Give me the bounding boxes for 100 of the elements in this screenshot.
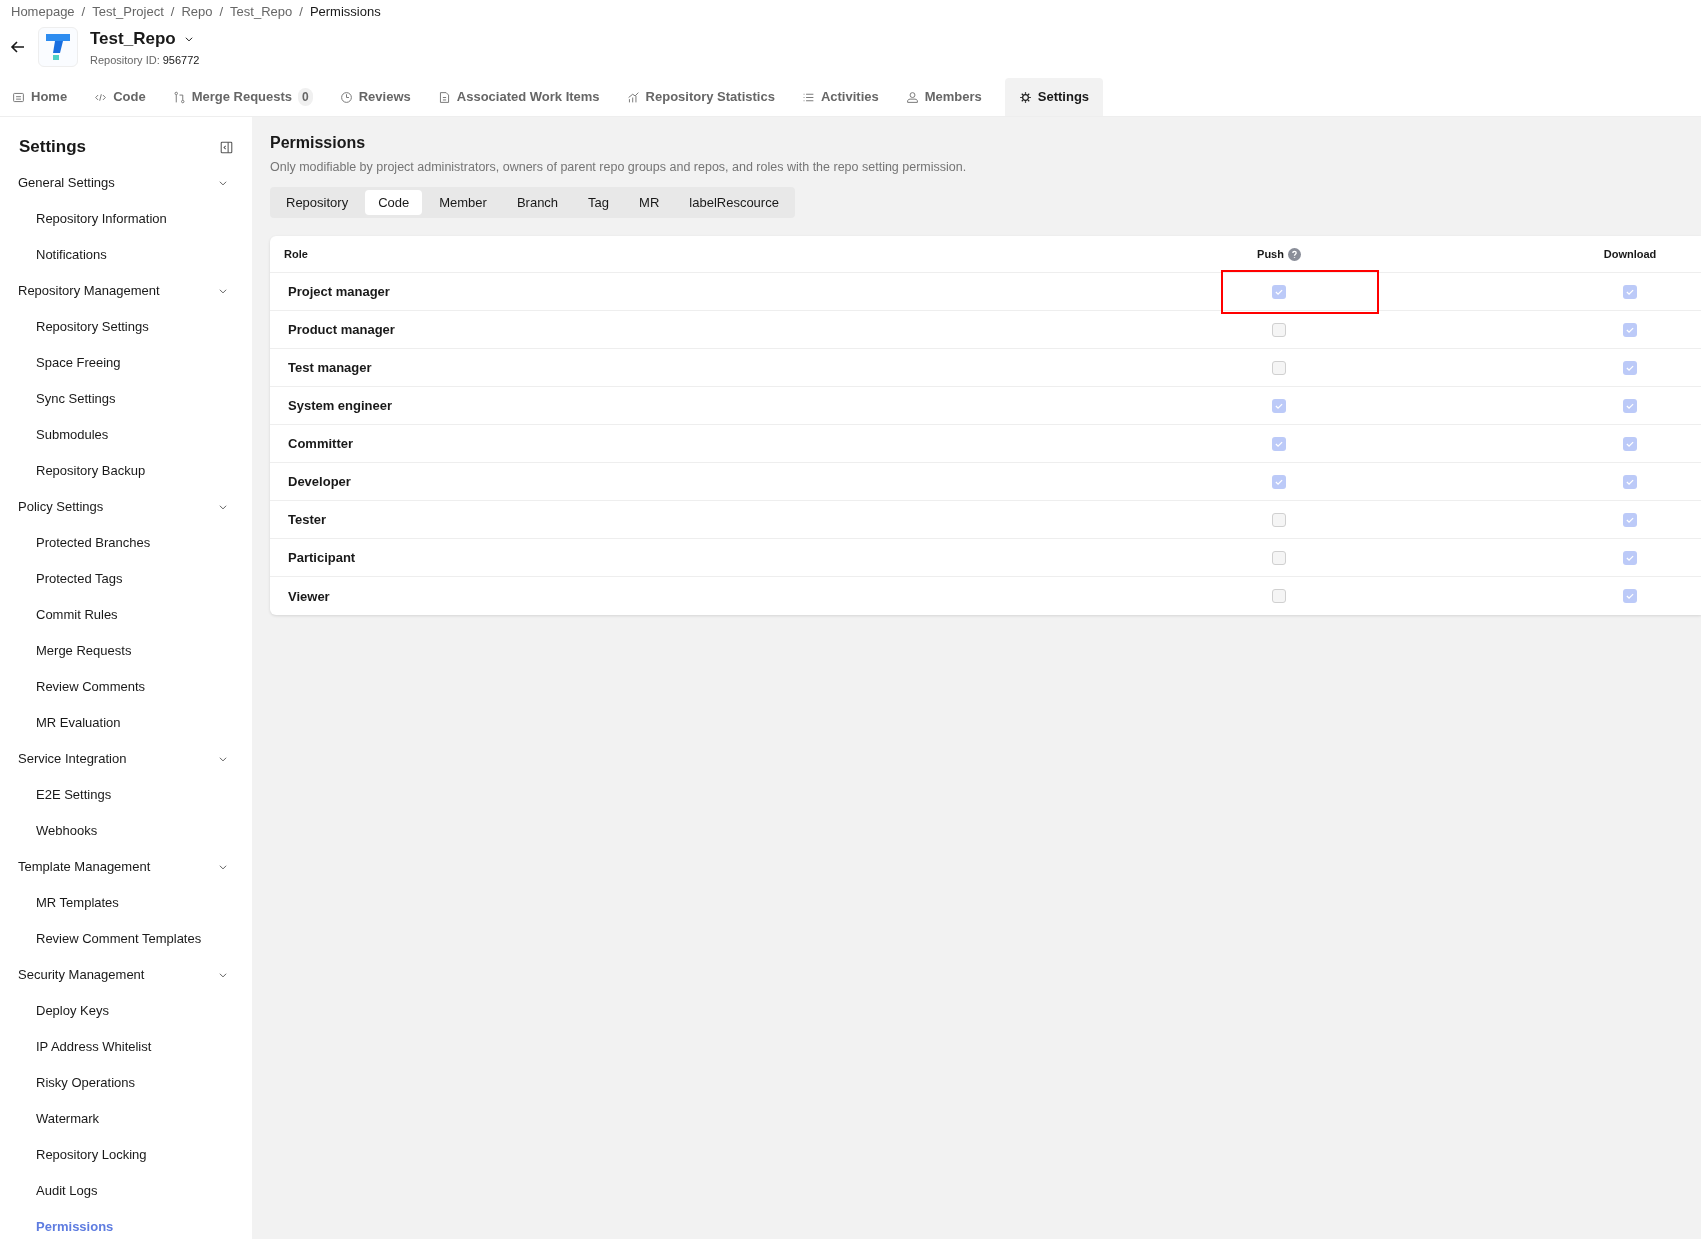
checkbox[interactable] [1623,398,1637,413]
person-icon [905,90,919,104]
role-name: Participant [288,550,356,566]
checkbox[interactable] [1623,550,1637,565]
sidebar-group[interactable]: Policy Settings [12,489,240,525]
checkbox[interactable] [1623,360,1637,375]
page-title: Permissions [270,133,367,153]
sidebar-item[interactable]: Space Freeing [12,345,240,381]
checkbox[interactable] [1623,512,1637,527]
sidebar-item[interactable]: Repository Settings [12,309,240,345]
sidebar-item[interactable]: Sync Settings [12,381,240,417]
checkmark-icon [1625,591,1635,602]
segment-tab[interactable]: Member [426,189,500,216]
role-name: Tester [288,512,327,528]
checkbox[interactable] [1272,436,1286,451]
checkbox[interactable] [1272,360,1286,375]
segment-tab[interactable]: MR [626,189,673,216]
nav-tab[interactable]: Settings [1004,78,1104,116]
sidebar-group[interactable]: General Settings [12,165,240,201]
sidebar-item[interactable]: Submodules [12,417,240,453]
sidebar-item[interactable]: Repository Locking [12,1137,240,1173]
nav-tab[interactable]: Associated Work Items [433,78,613,116]
help-icon[interactable] [1287,247,1301,261]
role-name: Committer [288,436,353,452]
file-icon [437,90,451,104]
segment-tab[interactable]: Repository [273,189,362,216]
role-name: Product manager [288,322,395,338]
checkbox[interactable] [1623,474,1637,489]
checkbox[interactable] [1623,589,1637,604]
role-name: Test manager [288,360,372,376]
chart-icon [626,90,640,104]
sidebar-item[interactable]: Deploy Keys [12,993,240,1029]
role-name: Project manager [288,284,390,300]
column-header: Push [1257,247,1284,263]
breadcrumb-current: Permissions [309,3,381,20]
segment-tab[interactable]: Branch [503,189,572,216]
sidebar-item[interactable]: Permissions [12,1209,240,1239]
chevron-down-icon [218,178,228,188]
checkbox[interactable] [1272,512,1286,527]
sidebar-title: Settings [19,136,87,159]
clock-icon [339,90,353,104]
sidebar-item[interactable]: Protected Branches [12,525,240,561]
breadcrumb-link[interactable]: Test_Repo [230,2,293,20]
back-button[interactable] [10,39,26,55]
sidebar-item[interactable]: Merge Requests [12,633,240,669]
sidebar-item[interactable]: Webhooks [12,813,240,849]
segment-tab[interactable]: labelRescource [676,189,792,216]
sidebar-item[interactable]: Protected Tags [12,561,240,597]
sidebar-item[interactable]: MR Templates [12,885,240,921]
breadcrumb-link[interactable]: Homepage [11,2,75,20]
sidebar-item[interactable]: Commit Rules [12,597,240,633]
checkbox[interactable] [1272,322,1286,337]
segment-tab[interactable]: Tag [575,189,623,216]
sidebar-group[interactable]: Service Integration [12,741,240,777]
nav-tab[interactable]: Home [8,78,81,116]
nav-tab[interactable]: Activities [797,78,892,116]
breadcrumb-separator: / [219,3,224,20]
checkbox[interactable] [1623,436,1637,451]
breadcrumb-separator: / [81,3,86,20]
merge-icon [172,90,186,104]
breadcrumb-link[interactable]: Repo [181,2,213,20]
sidebar-group[interactable]: Security Management [12,957,240,993]
sidebar-group[interactable]: Template Management [12,849,240,885]
chevron-down-icon [218,286,228,296]
settings-icon [1018,90,1032,104]
sidebar-item[interactable]: Watermark [12,1101,240,1137]
sidebar-item[interactable]: Risky Operations [12,1065,240,1101]
sidebar-item[interactable]: Review Comment Templates [12,921,240,957]
document-icon [12,90,25,104]
page-description: Only modifiable by project administrators, owners of parent repo groups and repos, and roles with the repo setting permission. [270,159,968,177]
checkbox[interactable] [1272,398,1286,413]
checkbox[interactable] [1623,322,1637,337]
chevron-down-icon [218,754,228,764]
sidebar-item[interactable]: Review Comments [12,669,240,705]
sidebar-item[interactable]: Audit Logs [12,1173,240,1209]
nav-tab[interactable]: Reviews [335,78,424,116]
sidebar-item[interactable]: MR Evaluation [12,705,240,741]
sidebar-item[interactable]: E2E Settings [12,777,240,813]
sidebar-item[interactable]: Repository Information [12,201,240,237]
checkbox[interactable] [1623,284,1637,299]
checkbox[interactable] [1272,474,1286,489]
chevron-down-icon [218,970,228,980]
nav-tab[interactable]: Repository Statistics [622,78,788,116]
collapse-sidebar-icon[interactable] [220,140,233,154]
checkbox[interactable] [1272,550,1286,565]
count-badge: 0 [298,88,313,106]
nav-tab[interactable]: Merge Requests 0 [168,78,326,116]
breadcrumb-separator: / [170,3,175,20]
segment-tab[interactable]: Code [365,189,423,216]
checkbox[interactable] [1272,589,1286,604]
checkbox[interactable] [1272,284,1286,299]
chevron-down-icon [218,862,228,872]
sidebar-group[interactable]: Repository Management [12,273,240,309]
breadcrumb-link[interactable]: Test_Project [92,2,164,20]
nav-tab[interactable]: Code [90,78,159,116]
sidebar-item[interactable]: Repository Backup [12,453,240,489]
sidebar-item[interactable]: IP Address Whitelist [12,1029,240,1065]
sidebar-item[interactable]: Notifications [12,237,240,273]
nav-tab[interactable]: Members [901,78,995,116]
repo-name: Test_Repo [90,28,176,50]
